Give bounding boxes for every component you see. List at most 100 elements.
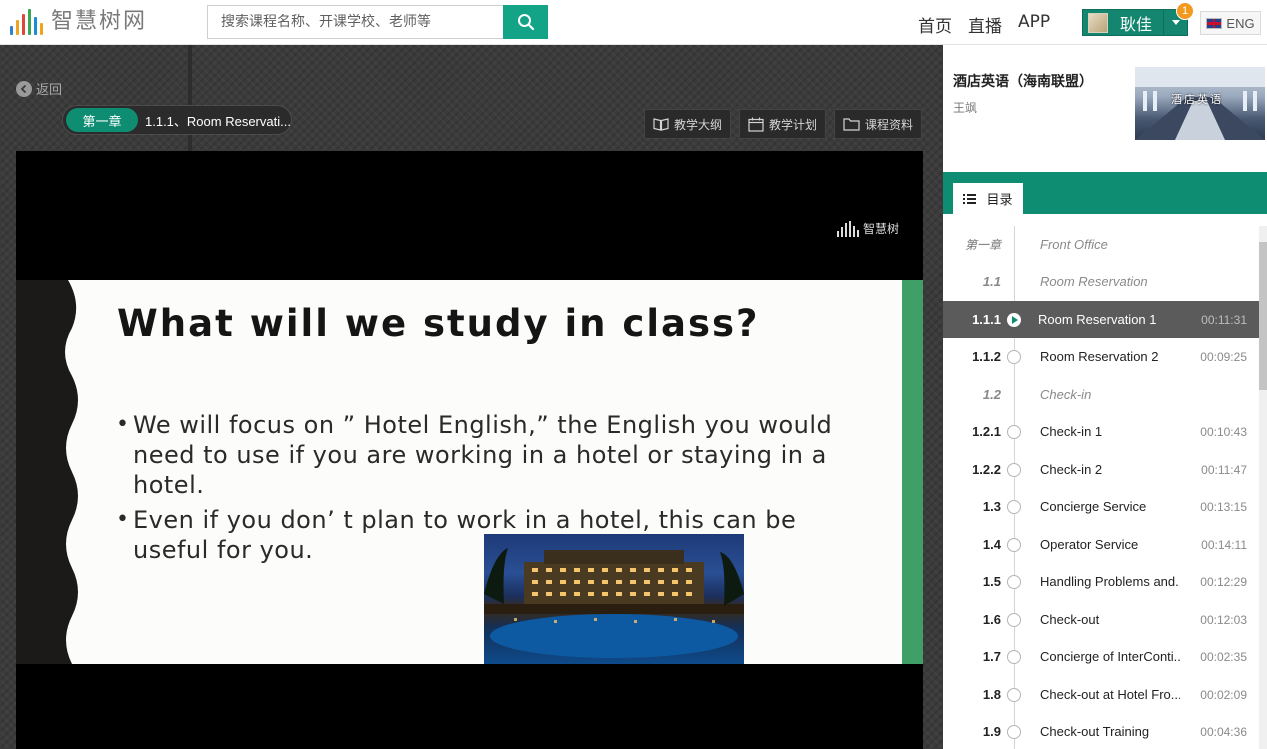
notification-badge[interactable]: 1 <box>1176 2 1194 20</box>
lesson-duration: 00:04:36 <box>1200 724 1247 739</box>
logo[interactable]: 智慧树网 <box>10 7 147 35</box>
course-teacher: 王飒 <box>953 101 978 115</box>
lesson-row[interactable]: 1.2.2 Check-in 2 00:11:47 <box>943 451 1259 488</box>
user-name: 耿佳 <box>1120 14 1153 34</box>
course-materials-label: 课程资料 <box>865 117 914 132</box>
logo-bars-icon <box>10 9 43 35</box>
lesson-number: 1.7 <box>982 649 1001 664</box>
lesson-row-active[interactable]: 1.1.1 Room Reservation 1 00:11:31 <box>943 301 1259 338</box>
back-label: 返回 <box>36 82 63 97</box>
lesson-row[interactable]: 1.1.2 Room Reservation 2 00:09:25 <box>943 338 1259 375</box>
section-title: Check-in <box>1040 387 1092 402</box>
course-title: 酒店英语（海南联盟） <box>953 74 1093 90</box>
chapter-tag[interactable]: 第一章 <box>66 108 138 132</box>
lesson-number: 1.9 <box>982 724 1001 739</box>
lesson-row[interactable]: 1.4 Operator Service 00:14:11 <box>943 526 1259 563</box>
watermark-text: 智慧树 <box>862 222 899 236</box>
bullet-dot: • <box>116 507 130 532</box>
lesson-number: 1.6 <box>982 612 1001 627</box>
lesson-row[interactable]: 1.5 Handling Problems and... 00:12:29 <box>943 563 1259 600</box>
nav-app[interactable]: APP <box>1018 12 1050 32</box>
calendar-icon <box>748 117 764 132</box>
lesson-title: Check-in 1 <box>1040 424 1103 439</box>
watermark-bars-icon <box>836 221 859 237</box>
lesson-duration: 00:10:43 <box>1200 424 1247 439</box>
tab-catalog[interactable]: 目录 <box>953 183 1023 214</box>
video-watermark: 智慧树 <box>836 220 899 237</box>
slide-green-bar <box>902 280 923 664</box>
lesson-title: Room Reservation 1 <box>1038 312 1157 327</box>
lesson-row[interactable]: 1.6 Check-out 00:12:03 <box>943 601 1259 638</box>
lesson-row[interactable]: 1.7 Concierge of InterConti... 00:02:35 <box>943 638 1259 675</box>
current-lesson-title: 1.1.1、Room Reservati... <box>145 113 291 129</box>
lesson-title: Concierge Service <box>1040 499 1147 514</box>
course-sidebar: 酒店英语（海南联盟） 王飒 酒店英语 目录 第一章 Front Office 1… <box>943 45 1267 749</box>
list-icon <box>963 193 977 204</box>
progress-circle-icon <box>1007 537 1021 552</box>
search-icon <box>517 14 534 31</box>
user-menu-button[interactable]: 耿佳 <box>1082 9 1188 36</box>
catalog-list: 第一章 Front Office 1.1 Room Reservation 1.… <box>943 226 1259 749</box>
lesson-title: Check-in 2 <box>1040 462 1103 477</box>
lesson-title: Concierge of InterConti... <box>1040 649 1180 664</box>
chapter-number: 第一章 <box>964 238 1001 252</box>
lesson-duration: 00:02:09 <box>1200 687 1247 702</box>
lesson-duration: 00:11:47 <box>1201 462 1247 477</box>
section-number: 1.2 <box>982 387 1001 402</box>
catalog-scrollbar-thumb[interactable] <box>1259 242 1267 390</box>
lesson-title: Operator Service <box>1040 537 1139 552</box>
lesson-duration: 00:12:29 <box>1200 574 1247 589</box>
lesson-title: Check-out at Hotel Fro... <box>1040 687 1180 702</box>
lesson-number: 1.2.1 <box>972 424 1001 439</box>
lesson-row[interactable]: 1.9 Check-out Training 00:04:36 <box>943 713 1259 749</box>
search-button[interactable] <box>503 5 548 39</box>
book-icon <box>653 118 669 131</box>
course-materials-button[interactable]: 课程资料 <box>834 109 923 139</box>
section-row[interactable]: 1.1 Room Reservation <box>943 263 1259 300</box>
top-bar: 智慧树网 首页 直播 APP 耿佳 1 ENG <box>0 0 1267 45</box>
lesson-duration: 00:11:31 <box>1201 312 1247 327</box>
back-button[interactable]: 返回 <box>16 79 62 98</box>
logo-text: 智慧树网 <box>51 9 148 34</box>
progress-circle-icon <box>1007 462 1021 477</box>
lesson-row[interactable]: 1.3 Concierge Service 00:13:15 <box>943 488 1259 525</box>
progress-circle-icon <box>1007 687 1021 702</box>
lesson-number: 1.3 <box>982 499 1001 514</box>
lesson-title: Handling Problems and... <box>1040 574 1180 589</box>
lesson-number: 1.5 <box>982 574 1001 589</box>
course-thumbnail[interactable]: 酒店英语 <box>1135 67 1265 140</box>
folder-icon <box>843 118 860 131</box>
thumbnail-text: 酒店英语 <box>1171 93 1223 106</box>
teaching-plan-label: 教学计划 <box>769 117 818 132</box>
section-number: 1.1 <box>982 274 1001 289</box>
progress-circle-icon <box>1007 649 1021 664</box>
lesson-duration: 00:13:15 <box>1200 499 1247 514</box>
lecture-slide: What will we study in class? • We will f… <box>16 280 923 664</box>
lesson-duration: 00:14:11 <box>1201 537 1247 552</box>
chapter-row[interactable]: 第一章 Front Office <box>943 226 1259 263</box>
section-title: Room Reservation <box>1040 274 1148 289</box>
tab-catalog-label: 目录 <box>986 193 1013 208</box>
lesson-title: Room Reservation 2 <box>1040 349 1159 364</box>
video-player[interactable]: 智慧树 What will we study in class? • We wi… <box>16 151 923 749</box>
syllabus-button[interactable]: 教学大纲 <box>644 109 732 139</box>
lesson-number: 1.1.1 <box>972 312 1001 327</box>
nav-home[interactable]: 首页 <box>918 12 952 37</box>
search-input[interactable] <box>207 5 504 39</box>
lesson-row[interactable]: 1.8 Check-out at Hotel Fro... 00:02:09 <box>943 676 1259 713</box>
lesson-row[interactable]: 1.2.1 Check-in 1 00:10:43 <box>943 413 1259 450</box>
language-switch-button[interactable]: ENG <box>1200 11 1261 35</box>
slide-bullet-text: We will focus on ” Hotel English,” the E… <box>133 411 833 499</box>
chapter-selector[interactable]: 第一章 1.1.1、Room Reservati... <box>62 105 292 135</box>
section-row[interactable]: 1.2 Check-in <box>943 376 1259 413</box>
nav-live[interactable]: 直播 <box>968 12 1002 37</box>
slide-title: What will we study in class? <box>117 302 760 345</box>
teaching-plan-button[interactable]: 教学计划 <box>739 109 827 139</box>
progress-circle-icon <box>1007 574 1021 589</box>
syllabus-label: 教学大纲 <box>674 117 723 132</box>
lesson-duration: 00:09:25 <box>1200 349 1247 364</box>
chapter-title: Front Office <box>1040 237 1108 252</box>
back-arrow-icon <box>16 80 32 97</box>
stage-divider <box>188 45 192 151</box>
progress-circle-icon <box>1007 424 1021 439</box>
